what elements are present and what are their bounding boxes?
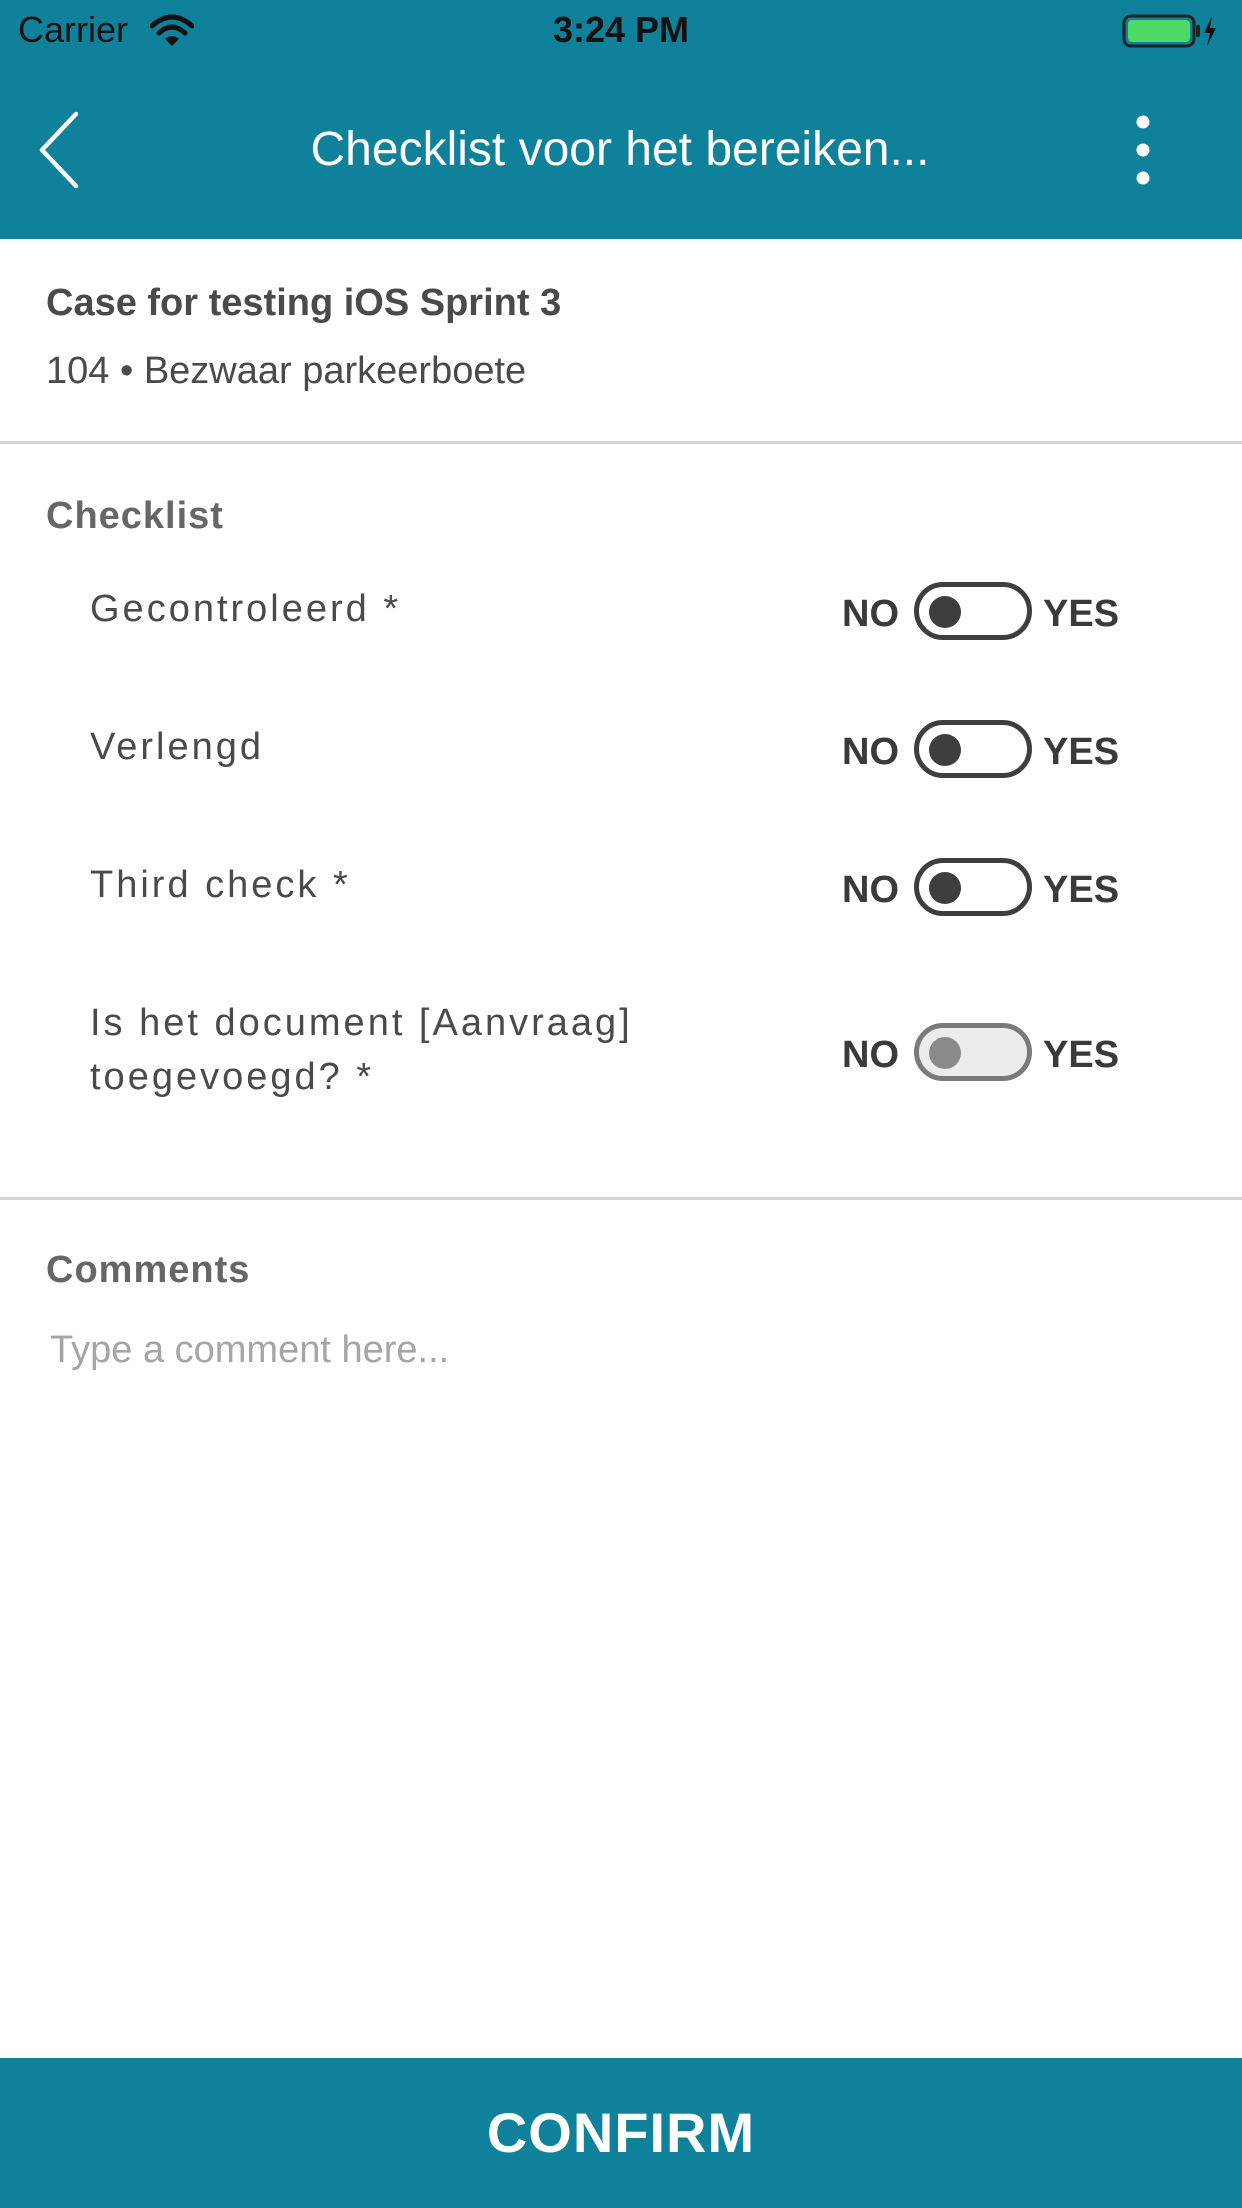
status-time: 3:24 PM <box>552 9 690 50</box>
toggle-yes-label: YES <box>1043 1034 1120 1076</box>
toggle-no-label: NO <box>842 869 899 911</box>
toggle-knob <box>929 872 961 904</box>
yes-no-toggle-group: NO YES <box>840 1023 1140 1085</box>
toggle-no-label: NO <box>842 1034 899 1076</box>
battery-charging-icon <box>1122 14 1218 48</box>
toggle-knob <box>929 734 961 766</box>
page-title: Checklist voor het bereiken... <box>310 123 930 176</box>
comment-input[interactable] <box>36 1320 1196 1380</box>
checklist-toggle[interactable] <box>914 582 1032 640</box>
yes-no-toggle-group: NO YES <box>840 720 1140 782</box>
checklist-toggle[interactable] <box>914 720 1032 778</box>
more-vertical-icon <box>1136 115 1150 185</box>
status-bar: Carrier 3:24 PM <box>0 0 1242 60</box>
checklist-toggle[interactable] <box>914 858 1032 916</box>
yes-no-toggle-group: NO YES <box>840 582 1140 644</box>
navigation-bar: Checklist voor het bereiken... <box>0 60 1242 239</box>
back-button[interactable] <box>22 100 102 200</box>
checklist-item-label: Is het document [Aanvraag] toegevoegd? * <box>90 1002 633 1098</box>
checklist-toggle-disabled[interactable] <box>914 1023 1032 1081</box>
checklist-heading: Checklist <box>46 495 224 537</box>
confirm-button[interactable]: CONFIRM <box>0 2058 1242 2208</box>
toggle-knob <box>929 1037 961 1069</box>
yes-no-toggle-group: NO YES <box>840 858 1140 920</box>
case-subtitle: 104 • Bezwaar parkeerboete <box>46 350 527 392</box>
toggle-yes-label: YES <box>1043 731 1120 773</box>
toggle-yes-label: YES <box>1043 593 1120 635</box>
toggle-knob <box>929 596 961 628</box>
comments-heading: Comments <box>46 1249 251 1291</box>
app-header: Carrier 3:24 PM Checklist voor het berei… <box>0 0 1242 239</box>
toggle-no-label: NO <box>842 731 899 773</box>
checklist-item-label: Verlengd <box>90 726 265 768</box>
more-options-button[interactable] <box>1108 110 1178 190</box>
case-title: Case for testing iOS Sprint 3 <box>46 282 562 324</box>
toggle-no-label: NO <box>842 593 899 635</box>
checklist-item-label: Third check * <box>90 864 351 906</box>
chevron-left-icon <box>39 111 79 189</box>
toggle-yes-label: YES <box>1043 869 1120 911</box>
checklist-section: Checklist Gecontroleerd * NO YES Verleng… <box>0 444 1242 1200</box>
case-info: Case for testing iOS Sprint 3 104 • Bezw… <box>0 239 1242 444</box>
checklist-item-label: Gecontroleerd * <box>90 588 402 630</box>
